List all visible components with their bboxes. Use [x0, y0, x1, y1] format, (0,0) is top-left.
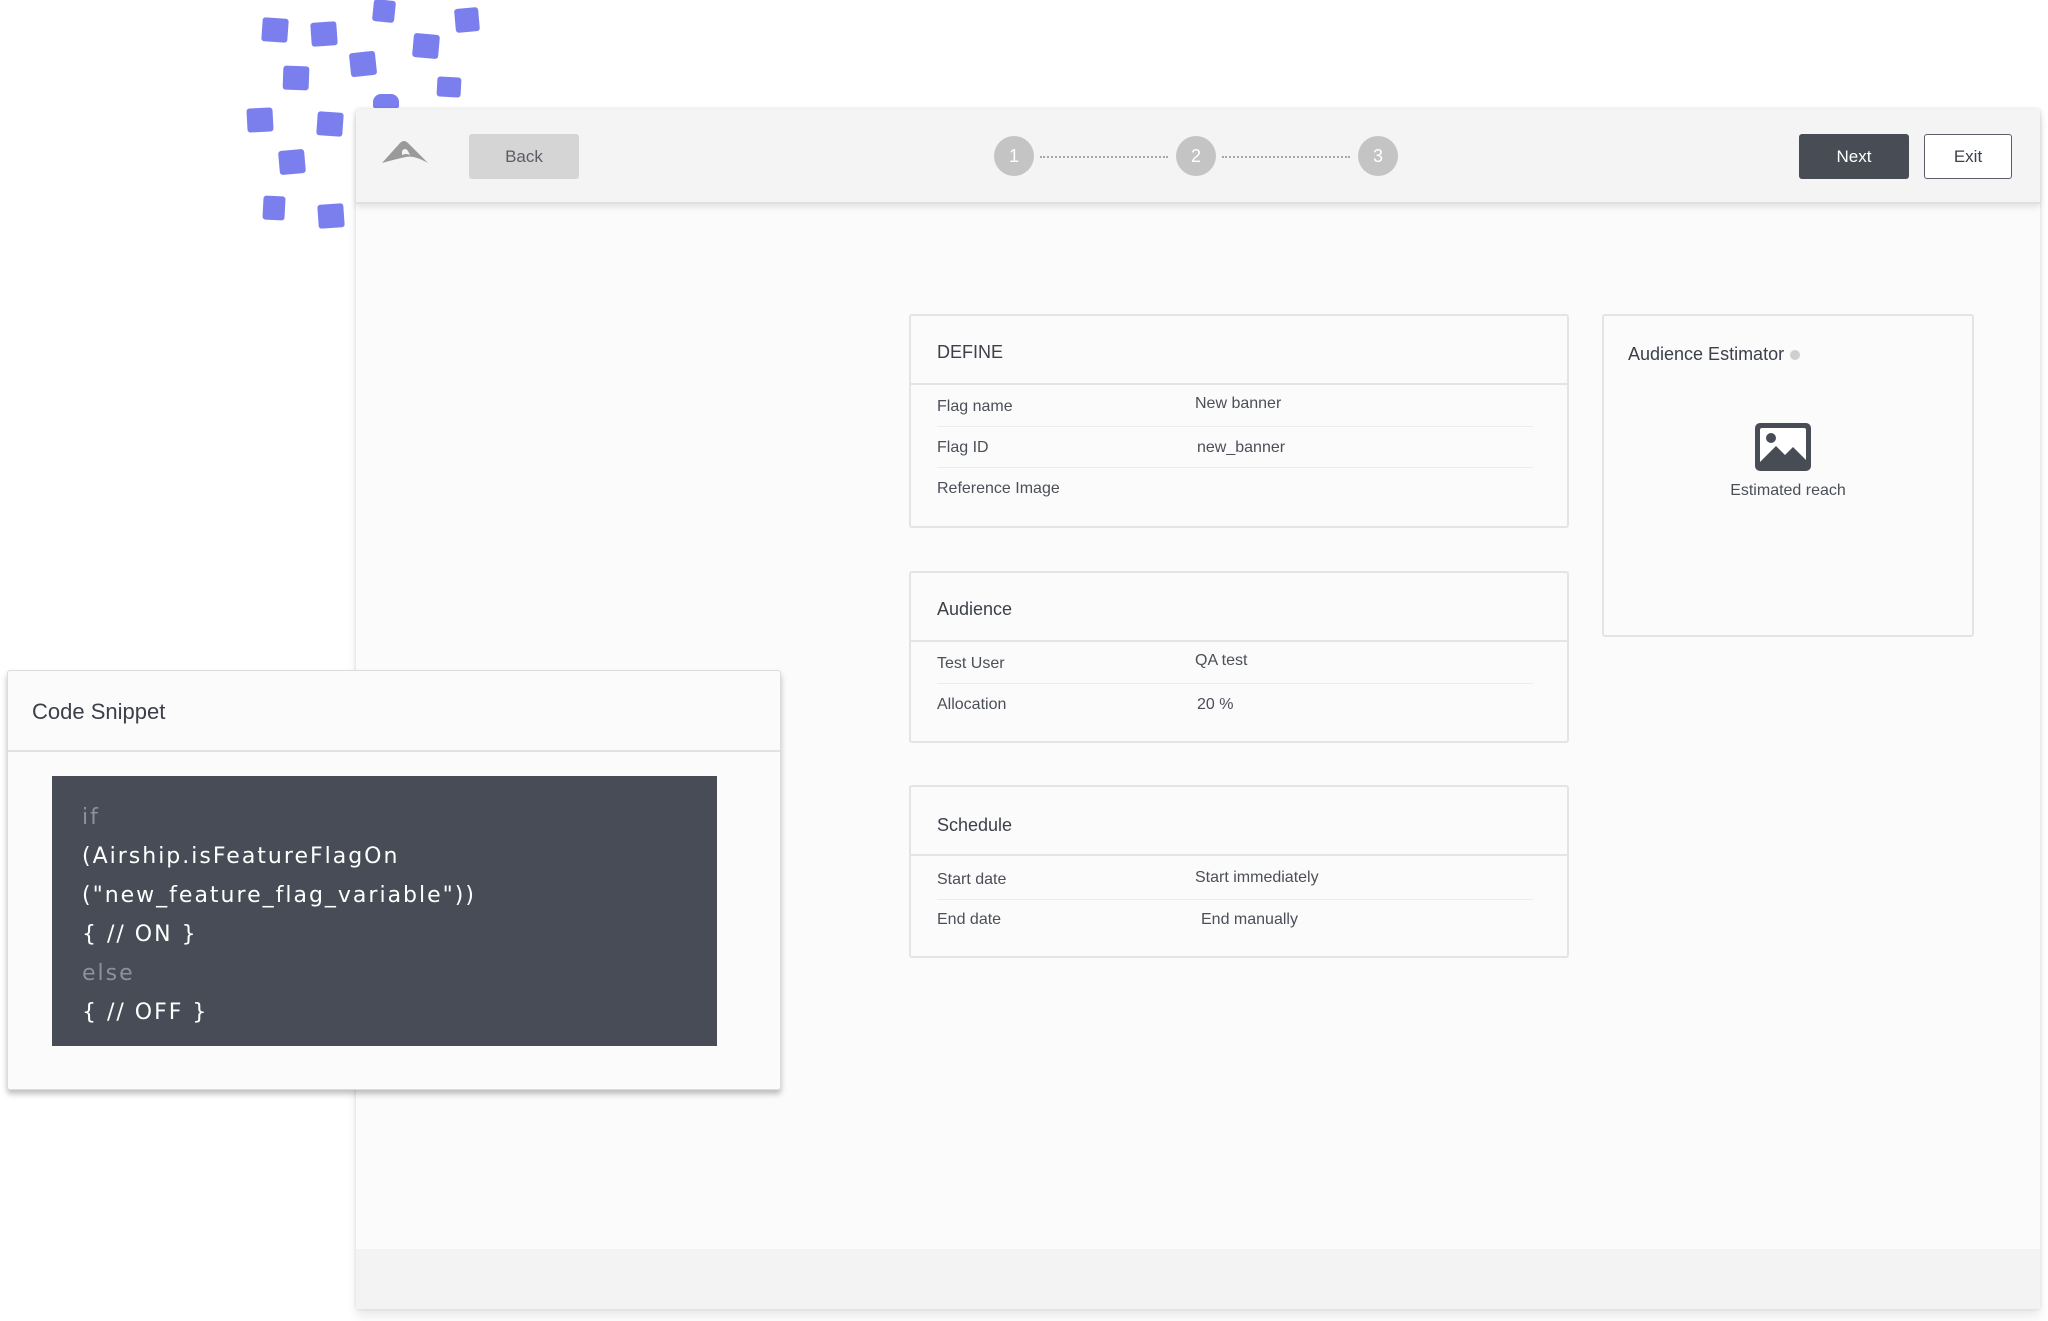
image-icon: [1755, 423, 1811, 471]
test-user-value[interactable]: QA test: [1195, 652, 1247, 670]
define-card: DEFINE Flag name New banner Flag ID new_…: [909, 314, 1569, 528]
exit-button[interactable]: Exit: [1924, 134, 2012, 179]
flag-id-value[interactable]: new_banner: [1197, 439, 1285, 457]
flag-name-value[interactable]: New banner: [1195, 395, 1281, 413]
card-divider: [911, 854, 1567, 856]
code-snippet-panel: Code Snippet if (Airship.isFeatureFlagOn…: [7, 670, 781, 1090]
canvas: Back 1 2 3 Next Exit DEFINE Flag name Ne…: [0, 0, 2048, 1321]
next-button[interactable]: Next: [1799, 134, 1909, 179]
info-icon[interactable]: [1790, 349, 1801, 360]
reference-image-label: Reference Image: [937, 480, 1060, 497]
code-line: else: [82, 961, 135, 986]
estimated-reach-label: Estimated reach: [1730, 482, 1846, 499]
flag-id-label: Flag ID: [937, 439, 989, 456]
row-separator: [937, 426, 1533, 427]
top-toolbar: Back 1 2 3 Next Exit: [356, 109, 2040, 204]
audience-card: Audience Test User QA test Allocation 20…: [909, 571, 1569, 743]
card-divider: [911, 640, 1567, 642]
step-3-indicator[interactable]: 3: [1358, 136, 1398, 176]
step-1-indicator[interactable]: 1: [994, 136, 1034, 176]
step-2-indicator[interactable]: 2: [1176, 136, 1216, 176]
code-line: ("new_feature_flag_variable")): [82, 883, 476, 908]
code-line: { // ON }: [82, 922, 198, 947]
schedule-card-title: Schedule: [937, 815, 1013, 835]
audience-estimator-title: Audience Estimator: [1628, 344, 1801, 365]
back-button[interactable]: Back: [469, 134, 579, 179]
end-date-value[interactable]: End manually: [1201, 911, 1298, 929]
row-separator: [937, 467, 1533, 468]
test-user-label: Test User: [937, 655, 1005, 672]
start-date-value[interactable]: Start immediately: [1195, 869, 1319, 887]
row-separator: [937, 683, 1533, 684]
allocation-value[interactable]: 20 %: [1197, 696, 1233, 714]
define-card-title: DEFINE: [937, 342, 1004, 362]
allocation-label: Allocation: [937, 696, 1007, 713]
end-date-label: End date: [937, 911, 1002, 928]
audience-estimator-label: Audience Estimator: [1628, 344, 1785, 364]
row-separator: [937, 899, 1533, 900]
code-snippet-header: Code Snippet: [8, 671, 780, 752]
code-line: { // OFF }: [82, 1000, 209, 1025]
code-block[interactable]: if (Airship.isFeatureFlagOn ("new_featur…: [52, 776, 717, 1046]
schedule-card: Schedule Start date Start immediately En…: [909, 785, 1569, 958]
footer-bar: [356, 1249, 2040, 1309]
flag-name-label: Flag name: [937, 398, 1013, 415]
start-date-label: Start date: [937, 871, 1007, 888]
audience-card-title: Audience: [937, 599, 1013, 619]
code-line: (Airship.isFeatureFlagOn: [82, 844, 400, 869]
airship-logo-icon[interactable]: [380, 137, 430, 173]
step-connector: [1040, 156, 1168, 158]
code-line: if: [82, 805, 100, 830]
card-divider: [911, 383, 1567, 385]
code-snippet-title: Code Snippet: [32, 699, 166, 724]
step-connector: [1222, 156, 1350, 158]
audience-estimator-card: Audience Estimator Estimated reach: [1602, 314, 1974, 637]
